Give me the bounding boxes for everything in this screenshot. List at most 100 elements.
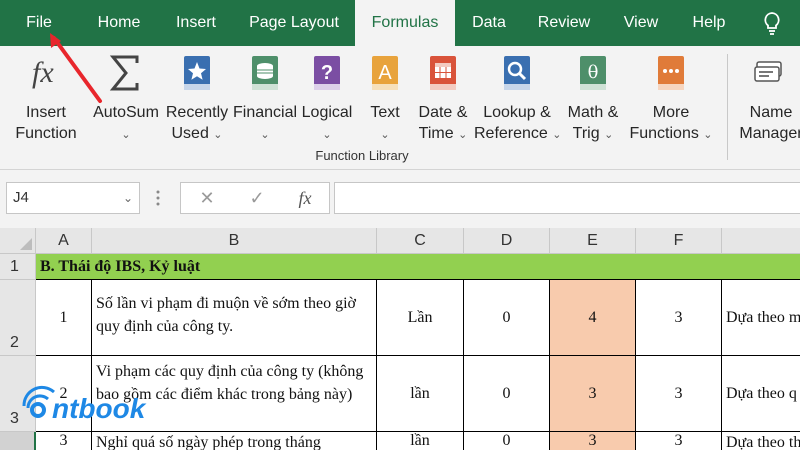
recently-used-label: Recently bbox=[165, 104, 229, 121]
star-book-icon bbox=[184, 56, 210, 90]
cell-b4[interactable]: Nghỉ quá số ngày phép trong tháng bbox=[92, 432, 377, 450]
row-header-4[interactable] bbox=[0, 432, 36, 450]
autosum-button[interactable]: AutoSum ⌄ bbox=[88, 50, 164, 150]
svg-text:A: A bbox=[378, 62, 392, 84]
tags-icon bbox=[754, 61, 782, 82]
recently-used-label-2: Used bbox=[171, 125, 209, 142]
date-time-button[interactable]: Date & Time ⌄ bbox=[412, 50, 474, 150]
tab-data[interactable]: Data bbox=[462, 0, 516, 46]
row-number: 1 bbox=[10, 258, 19, 275]
insert-function-label: Insert bbox=[25, 104, 66, 121]
name-manager-label-2: Manager bbox=[739, 125, 800, 142]
cell-f3[interactable]: 3 bbox=[636, 356, 722, 432]
cell-d4[interactable]: 0 bbox=[464, 432, 550, 450]
name-manager-label: Name bbox=[749, 104, 793, 121]
sigma-icon bbox=[109, 55, 139, 91]
math-trig-button[interactable]: θ Math & Trig ⌄ bbox=[562, 50, 624, 150]
tab-page-layout[interactable]: Page Layout bbox=[238, 0, 350, 46]
cell-d3[interactable]: 0 bbox=[464, 356, 550, 432]
logical-button[interactable]: ? Logical ⌄ bbox=[298, 50, 356, 150]
financial-label: Financial bbox=[232, 104, 298, 121]
column-header-e[interactable]: E bbox=[550, 228, 636, 254]
tab-review[interactable]: Review bbox=[525, 0, 603, 46]
column-header-b[interactable]: B bbox=[92, 228, 377, 254]
ribbon-tab-bar: File Home Insert Page Layout Formulas Da… bbox=[0, 0, 800, 46]
cell-b2[interactable]: Số lần vi phạm đi muộn về sớm theo giờ q… bbox=[92, 280, 377, 356]
ribbon-separator bbox=[727, 54, 728, 160]
column-header-d[interactable]: D bbox=[464, 228, 550, 254]
excel-window: File Home Insert Page Layout Formulas Da… bbox=[0, 0, 800, 450]
column-header-f[interactable]: F bbox=[636, 228, 722, 254]
cancel-icon[interactable]: ✕ bbox=[187, 183, 227, 213]
column-header-g[interactable] bbox=[722, 228, 800, 254]
lookup-reference-label: Lookup & bbox=[483, 104, 551, 121]
tab-help[interactable]: Help bbox=[680, 0, 738, 46]
function-library-group-label: Function Library bbox=[315, 148, 409, 163]
logo-text: ntbook bbox=[52, 393, 147, 424]
lookup-reference-label-2: Reference bbox=[474, 125, 548, 142]
row-number: 2 bbox=[10, 334, 19, 351]
lookup-reference-button[interactable]: Lookup & Reference ⌄ bbox=[474, 50, 562, 150]
select-all-corner[interactable] bbox=[0, 228, 36, 254]
financial-button[interactable]: Financial ⌄ bbox=[232, 50, 298, 150]
tab-home[interactable]: Home bbox=[84, 0, 154, 46]
insert-function-button[interactable]: fx Insert Function bbox=[8, 50, 84, 150]
cell-g2[interactable]: Dựa theo m bbox=[722, 280, 800, 356]
svg-text:fx: fx bbox=[32, 56, 54, 89]
date-time-label-2: Time bbox=[418, 125, 454, 142]
more-book-icon bbox=[658, 56, 684, 90]
grip-dots-icon[interactable] bbox=[156, 188, 160, 208]
enter-icon[interactable]: ✓ bbox=[237, 183, 277, 213]
cell-a4[interactable]: 3 bbox=[36, 432, 92, 450]
cell-g4[interactable]: Dựa theo th bbox=[722, 432, 800, 450]
tab-insert[interactable]: Insert bbox=[162, 0, 230, 46]
cell-c2[interactable]: Lần bbox=[377, 280, 464, 356]
chevron-down-icon: ⌄ bbox=[552, 129, 562, 141]
name-manager-button[interactable]: Name Manager bbox=[736, 50, 800, 150]
cell-f2[interactable]: 3 bbox=[636, 280, 722, 356]
lightbulb-icon[interactable] bbox=[762, 11, 782, 35]
tab-file[interactable]: File bbox=[14, 0, 64, 46]
date-time-label: Date & bbox=[418, 104, 468, 121]
chevron-down-icon[interactable]: ⌄ bbox=[123, 183, 133, 213]
text-book-icon: A bbox=[372, 56, 398, 90]
theta-book-icon: θ bbox=[580, 56, 606, 90]
cell-e2[interactable]: 4 bbox=[550, 280, 636, 356]
coins-book-icon bbox=[252, 56, 278, 90]
cell-g3[interactable]: Dựa theo q bbox=[722, 356, 800, 432]
column-header-a[interactable]: A bbox=[36, 228, 92, 254]
cell-c4[interactable]: lần bbox=[377, 432, 464, 450]
chevron-down-icon: ⌄ bbox=[703, 129, 713, 141]
chevron-down-icon: ⌄ bbox=[322, 129, 332, 141]
math-trig-label: Math & bbox=[567, 104, 619, 121]
more-functions-label: More bbox=[652, 104, 690, 121]
logical-label: Logical bbox=[301, 104, 353, 121]
cell-d2[interactable]: 0 bbox=[464, 280, 550, 356]
autosum-label: AutoSum bbox=[93, 104, 159, 121]
cell-e4[interactable]: 3 bbox=[550, 432, 636, 450]
section-title-cell[interactable]: B. Thái độ IBS, Kỷ luật bbox=[36, 254, 800, 280]
name-box-value: J4 bbox=[13, 189, 29, 206]
row-header-2[interactable]: 2 bbox=[0, 280, 36, 356]
more-functions-button[interactable]: More Functions ⌄ bbox=[626, 50, 716, 150]
cell-e3[interactable]: 3 bbox=[550, 356, 636, 432]
calendar-book-icon bbox=[430, 56, 456, 90]
formulas-ribbon: fx Insert Function AutoSum ⌄ Recently Used … bbox=[0, 46, 800, 170]
cell-a2[interactable]: 1 bbox=[36, 280, 92, 356]
cell-f4[interactable]: 3 bbox=[636, 432, 722, 450]
row-header-1[interactable]: 1 bbox=[0, 254, 36, 280]
fx-icon: fx bbox=[32, 56, 54, 89]
fx-icon[interactable]: fx bbox=[285, 183, 325, 213]
recently-used-button[interactable]: Recently Used ⌄ bbox=[164, 50, 230, 150]
svg-text:θ: θ bbox=[588, 62, 599, 83]
name-box[interactable]: J4 ⌄ bbox=[6, 182, 140, 214]
column-header-c[interactable]: C bbox=[377, 228, 464, 254]
tab-view[interactable]: View bbox=[612, 0, 670, 46]
cell-c3[interactable]: lần bbox=[377, 356, 464, 432]
magnifier-book-icon bbox=[504, 56, 530, 90]
text-button[interactable]: A Text ⌄ bbox=[360, 50, 410, 150]
formula-input[interactable] bbox=[334, 182, 800, 214]
text-label: Text bbox=[370, 104, 400, 121]
chevron-down-icon: ⌄ bbox=[213, 129, 223, 141]
tab-formulas[interactable]: Formulas bbox=[355, 0, 455, 46]
